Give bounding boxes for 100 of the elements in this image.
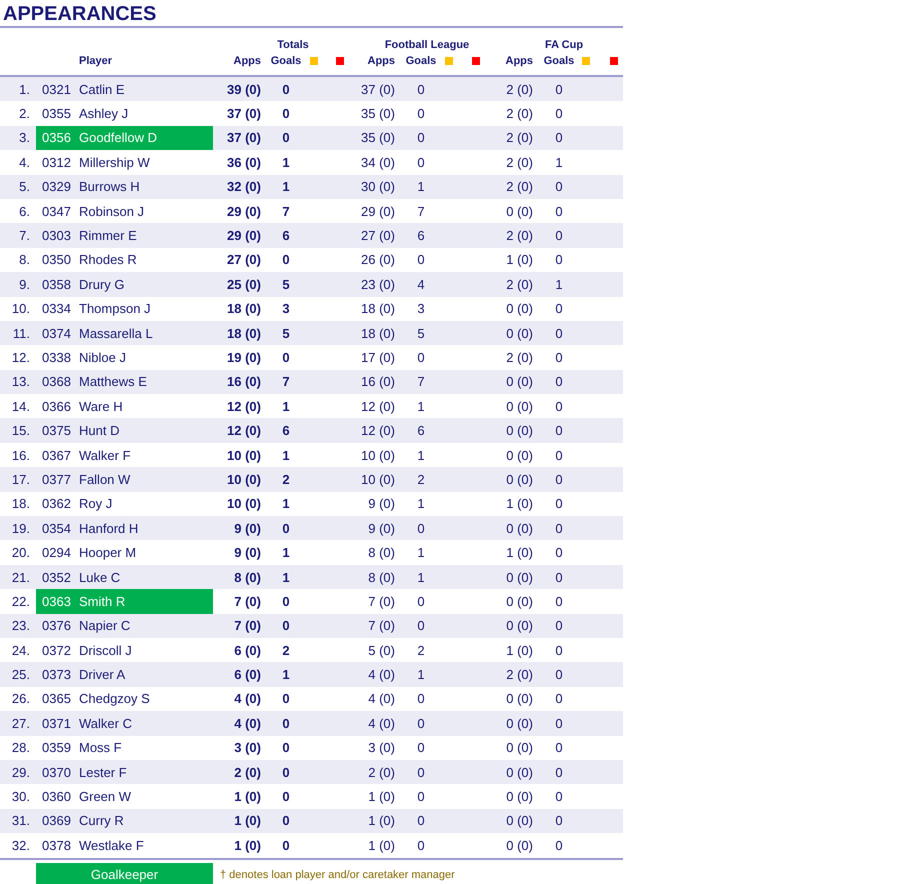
column-group-header: FA Cup	[544, 39, 584, 51]
table-cell-text: 12 (0)	[227, 398, 262, 414]
table-cell-text: Ware H	[78, 398, 124, 416]
table-cell-text: 2.	[19, 106, 31, 122]
table-cell-text: 0329	[41, 178, 72, 196]
table-cell-text: 5.	[19, 179, 31, 194]
table-cell: 5	[282, 276, 290, 292]
table-cell: 7	[417, 374, 425, 390]
table-cell-text: 2 (0)	[506, 228, 534, 244]
table-cell-text: 1 (0)	[368, 789, 396, 804]
table-cell-text: 9 (0)	[368, 496, 396, 512]
table-cell-text: 2 (0)	[506, 276, 534, 292]
table-cell-text: 36 (0)	[227, 154, 262, 170]
table-cell: 0	[555, 398, 563, 414]
table-cell-text: 19.	[12, 520, 31, 536]
table-cell-text: 6 (0)	[234, 642, 262, 658]
table-cell-text: Walker F	[78, 446, 132, 465]
table-cell-text: 39 (0)	[227, 82, 262, 97]
table-cell: 2	[417, 472, 425, 487]
table-cell-text: Hanford H	[78, 520, 140, 538]
table-cell-text: 35 (0)	[361, 130, 396, 146]
column-header: Goals	[270, 55, 302, 67]
table-cell-text: 23 (0)	[361, 276, 396, 292]
table-cell-text: 0358	[41, 276, 72, 294]
table-cell: 4	[417, 276, 425, 292]
table-cell: 0	[555, 618, 563, 634]
table-cell-text: 0338	[41, 348, 72, 367]
table-cell-text: 1 (0)	[506, 642, 534, 658]
table-cell-text: 27 (0)	[227, 252, 262, 268]
table-cell-text: 24.	[12, 642, 31, 658]
table-cell-text: 0 (0)	[506, 520, 534, 536]
table-cell-text: 0350	[41, 251, 72, 270]
table-cell-text: 32.	[12, 838, 31, 853]
table-cell-text: Hooper M	[78, 544, 138, 562]
table-cell-text: 8.	[19, 252, 31, 268]
table-cell: 0	[282, 594, 290, 609]
table-cell-text: 8 (0)	[234, 570, 262, 584]
table-cell-text: Rhodes R	[78, 251, 138, 270]
table-cell: 0	[555, 82, 563, 97]
table-cell: 0	[555, 448, 563, 463]
table-cell-text: 0 (0)	[506, 204, 534, 219]
table-cell-text: 26.	[12, 691, 31, 706]
table-cell-text: 34 (0)	[361, 154, 396, 170]
table-cell-text: 16 (0)	[361, 374, 396, 390]
table-cell: 6	[282, 423, 290, 438]
table-cell-text: 1 (0)	[234, 838, 262, 853]
table-cell-text: 12 (0)	[361, 423, 396, 438]
table-cell: 0	[417, 154, 425, 170]
table-cell-text: 12.	[12, 350, 31, 365]
table-cell-text: 2 (0)	[506, 106, 534, 122]
table-cell-text: 1 (0)	[234, 813, 262, 828]
table-cell: 0	[417, 252, 425, 268]
table-cell-text: 16 (0)	[227, 374, 262, 390]
table-cell-text: Driver A	[78, 666, 126, 684]
table-cell: 1	[417, 179, 425, 194]
table-cell-text: 0368	[41, 373, 72, 392]
table-cell-text: 31.	[12, 813, 31, 828]
goalkeeper-highlight: 0363 Smith R	[36, 589, 213, 614]
table-cell-text: Napier C	[78, 617, 132, 636]
table-cell-text: Thompson J	[78, 300, 152, 318]
table-cell-text: Hunt D	[78, 422, 120, 440]
table-cell-text: 0 (0)	[506, 570, 534, 584]
table-cell-text: 0 (0)	[506, 691, 534, 706]
table-cell: 1	[282, 448, 290, 463]
table-cell-text: 18 (0)	[227, 301, 262, 316]
table-cell-text: 37 (0)	[227, 106, 262, 122]
table-cell-text: 1 (0)	[506, 252, 534, 268]
table-cell-text: 7.	[19, 228, 31, 244]
table-cell-text: Nibloe J	[78, 348, 127, 367]
table-cell: 0	[555, 716, 563, 731]
table-cell-text: Roy J	[78, 495, 114, 514]
table-cell-text: 0367	[41, 446, 72, 465]
table-cell: 0	[417, 350, 425, 365]
table-cell: 0	[555, 789, 563, 804]
table-cell-text: 1 (0)	[506, 496, 534, 512]
table-cell: 1	[417, 667, 425, 682]
table-cell-text: 4 (0)	[234, 691, 262, 706]
table-cell-text: 0 (0)	[506, 618, 534, 634]
table-cell: 0	[555, 764, 563, 780]
column-header: Apps	[234, 55, 262, 67]
table-cell-text: 9 (0)	[234, 520, 262, 536]
column-header: Player	[78, 55, 112, 67]
table-cell: 0	[282, 838, 290, 853]
table-cell-text: 22.	[12, 594, 31, 609]
table-cell-text: 2 (0)	[234, 764, 262, 780]
table-cell-text: 0 (0)	[506, 301, 534, 316]
table-cell: 0	[555, 374, 563, 390]
table-cell-text: 2 (0)	[368, 764, 396, 780]
table-cell-text: Chedgzoy S	[78, 690, 151, 708]
table-cell-text: 0352	[41, 568, 72, 586]
table-cell-text: 9 (0)	[368, 520, 396, 536]
table-cell-text: 0373	[41, 666, 72, 684]
table-cell-text: 10 (0)	[227, 496, 262, 512]
table-cell: 5	[282, 326, 290, 341]
table-cell-text: 0 (0)	[506, 716, 534, 731]
table-cell: 1	[417, 545, 425, 560]
table-cell-text: 29 (0)	[361, 204, 396, 219]
table-cell: 0	[555, 594, 563, 609]
table-cell: 0	[555, 326, 563, 341]
table-cell: 1	[282, 545, 290, 560]
